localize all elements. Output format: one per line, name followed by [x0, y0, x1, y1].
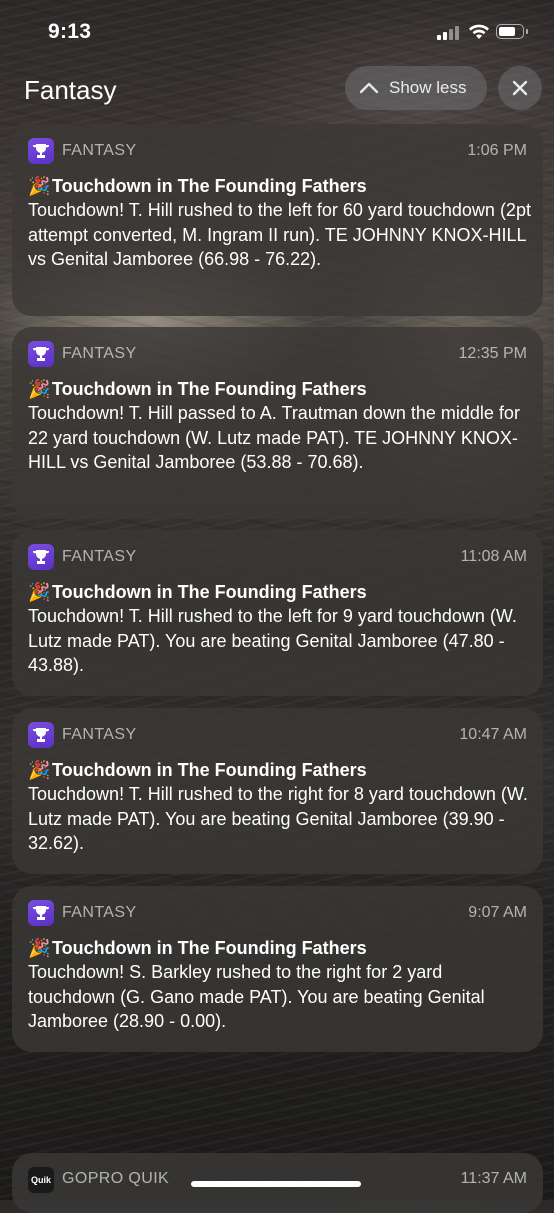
notification-body: Touchdown! T. Hill rushed to the left fo…	[28, 200, 531, 269]
app-name: FANTASY	[62, 904, 137, 921]
notification-title: Touchdown in The Founding Fathers	[52, 938, 367, 958]
status-bar: 9:13	[0, 0, 554, 66]
notification-group-header: Fantasy Show less	[0, 66, 554, 114]
notification-time: 9:07 AM	[468, 904, 527, 921]
party-popper-icon: 🎉	[28, 176, 51, 196]
notification-time: 12:35 PM	[458, 345, 527, 362]
party-popper-icon: 🎉	[28, 938, 51, 958]
notification-card[interactable]: FANTASY 12:35 PM 🎉Touchdown in The Found…	[12, 327, 543, 519]
notification-time: 1:06 PM	[467, 142, 527, 159]
notification-card[interactable]: FANTASY 10:47 AM 🎉Touchdown in The Found…	[12, 708, 543, 874]
notification-body: Touchdown! T. Hill passed to A. Trautman…	[28, 403, 520, 472]
trophy-icon	[28, 341, 54, 367]
notification-body: Touchdown! T. Hill rushed to the left fo…	[28, 606, 517, 675]
battery-icon	[496, 24, 528, 39]
notification-title: Touchdown in The Founding Fathers	[52, 760, 367, 780]
show-less-button[interactable]: Show less	[345, 66, 487, 110]
app-name: FANTASY	[62, 726, 137, 743]
notification-card[interactable]: FANTASY 1:06 PM 🎉Touchdown in The Foundi…	[12, 124, 543, 316]
notification-body: Touchdown! S. Barkley rushed to the righ…	[28, 962, 485, 1031]
battery-level	[499, 27, 515, 36]
app-name: GOPRO QUIK	[62, 1170, 170, 1187]
clear-group-button[interactable]	[498, 66, 542, 110]
party-popper-icon: 🎉	[28, 379, 51, 399]
trophy-icon	[28, 722, 54, 748]
home-indicator[interactable]	[191, 1181, 361, 1187]
app-name: FANTASY	[62, 345, 137, 362]
notification-title: Touchdown in The Founding Fathers	[52, 379, 367, 399]
status-time: 9:13	[48, 20, 92, 43]
notification-time: 10:47 AM	[459, 726, 527, 743]
trophy-icon	[28, 138, 54, 164]
notification-card[interactable]: FANTASY 9:07 AM 🎉Touchdown in The Foundi…	[12, 886, 543, 1052]
notification-title: Touchdown in The Founding Fathers	[52, 582, 367, 602]
notification-title: Touchdown in The Founding Fathers	[52, 176, 367, 196]
trophy-icon	[28, 544, 54, 570]
group-title: Fantasy	[24, 75, 117, 105]
notification-time: 11:08 AM	[460, 548, 527, 565]
trophy-icon	[28, 900, 54, 926]
cellular-signal-icon	[437, 26, 459, 40]
app-name: FANTASY	[62, 548, 137, 565]
party-popper-icon: 🎉	[28, 760, 51, 780]
party-popper-icon: 🎉	[28, 582, 51, 602]
wifi-icon	[469, 24, 489, 39]
notification-body: Touchdown! T. Hill rushed to the right f…	[28, 784, 528, 853]
notification-time: 11:37 AM	[460, 1170, 527, 1187]
show-less-label: Show less	[389, 78, 467, 97]
close-icon	[512, 80, 528, 96]
gopro-quik-icon: Quik	[28, 1167, 54, 1193]
notification-card[interactable]: FANTASY 11:08 AM 🎉Touchdown in The Found…	[12, 530, 543, 696]
chevron-up-icon	[359, 82, 379, 94]
app-name: FANTASY	[62, 142, 137, 159]
